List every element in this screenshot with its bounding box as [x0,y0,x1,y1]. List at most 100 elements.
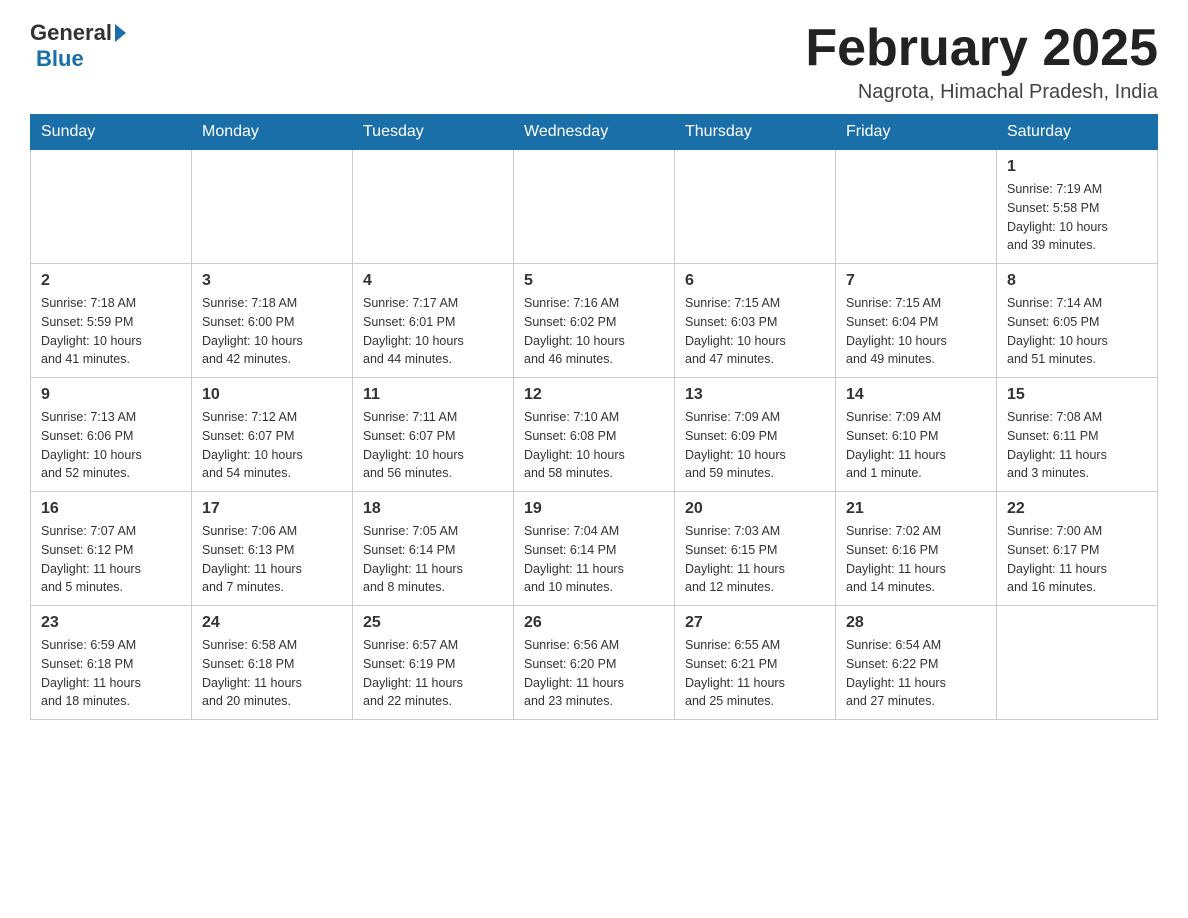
day-number: 6 [685,272,825,290]
day-number: 9 [41,386,181,404]
day-info: Sunrise: 6:55 AMSunset: 6:21 PMDaylight:… [685,636,825,711]
calendar-cell-w5-d5: 27 Sunrise: 6:55 AMSunset: 6:21 PMDayligh… [675,606,836,720]
day-info: Sunrise: 7:18 AMSunset: 6:00 PMDaylight:… [202,294,342,369]
day-number: 16 [41,500,181,518]
day-info: Sunrise: 7:14 AMSunset: 6:05 PMDaylight:… [1007,294,1147,369]
day-info: Sunrise: 7:06 AMSunset: 6:13 PMDaylight:… [202,522,342,597]
day-number: 14 [846,386,986,404]
calendar-cell-w2-d4: 5Sunrise: 7:16 AMSunset: 6:02 PMDaylight… [514,264,675,378]
day-info: Sunrise: 7:15 AMSunset: 6:03 PMDaylight:… [685,294,825,369]
calendar-header: Sunday Monday Tuesday Wednesday Thursday… [31,115,1158,150]
day-info: Sunrise: 6:58 AMSunset: 6:18 PMDaylight:… [202,636,342,711]
col-saturday: Saturday [997,115,1158,150]
day-number: 8 [1007,272,1147,290]
logo: General Blue [30,20,126,72]
day-number: 4 [363,272,503,290]
logo-general-text: General [30,20,112,46]
calendar-cell-w3-d7: 15 Sunrise: 7:08 AMSunset: 6:11 PMDayligh… [997,378,1158,492]
day-info: Sunrise: 6:54 AMSunset: 6:22 PMDaylight:… [846,636,986,711]
col-monday: Monday [192,115,353,150]
day-info: Sunrise: 7:09 AMSunset: 6:10 PMDaylight:… [846,408,986,483]
calendar-cell-w4-d4: 19 Sunrise: 7:04 AMSunset: 6:14 PMDayligh… [514,492,675,606]
day-info: Sunrise: 7:16 AMSunset: 6:02 PMDaylight:… [524,294,664,369]
day-info: Sunrise: 7:11 AMSunset: 6:07 PMDaylight:… [363,408,503,483]
calendar-table: Sunday Monday Tuesday Wednesday Thursday… [30,114,1158,720]
col-wednesday: Wednesday [514,115,675,150]
calendar-cell-w3-d4: 12 Sunrise: 7:10 AMSunset: 6:08 PMDayligh… [514,378,675,492]
calendar-cell-w3-d3: 11 Sunrise: 7:11 AMSunset: 6:07 PMDayligh… [353,378,514,492]
day-number: 26 [524,614,664,632]
calendar-cell-w1-d4 [514,150,675,264]
day-number: 10 [202,386,342,404]
calendar-cell-w2-d3: 4Sunrise: 7:17 AMSunset: 6:01 PMDaylight… [353,264,514,378]
day-info: Sunrise: 7:07 AMSunset: 6:12 PMDaylight:… [41,522,181,597]
calendar-cell-w5-d7 [997,606,1158,720]
calendar-cell-w3-d6: 14 Sunrise: 7:09 AMSunset: 6:10 PMDayligh… [836,378,997,492]
calendar-cell-w4-d2: 17 Sunrise: 7:06 AMSunset: 6:13 PMDayligh… [192,492,353,606]
calendar-cell-w5-d4: 26 Sunrise: 6:56 AMSunset: 6:20 PMDayligh… [514,606,675,720]
day-number: 7 [846,272,986,290]
col-sunday: Sunday [31,115,192,150]
day-number: 12 [524,386,664,404]
col-friday: Friday [836,115,997,150]
day-info: Sunrise: 7:19 AMSunset: 5:58 PMDaylight:… [1007,180,1147,255]
calendar-cell-w3-d5: 13 Sunrise: 7:09 AMSunset: 6:09 PMDayligh… [675,378,836,492]
day-number: 3 [202,272,342,290]
location-subtitle: Nagrota, Himachal Pradesh, India [805,81,1158,104]
calendar-cell-w1-d7: 1Sunrise: 7:19 AMSunset: 5:58 PMDaylight… [997,150,1158,264]
day-number: 18 [363,500,503,518]
day-info: Sunrise: 6:57 AMSunset: 6:19 PMDaylight:… [363,636,503,711]
calendar-cell-w4-d7: 22 Sunrise: 7:00 AMSunset: 6:17 PMDayligh… [997,492,1158,606]
day-number: 21 [846,500,986,518]
calendar-cell-w5-d1: 23 Sunrise: 6:59 AMSunset: 6:18 PMDayligh… [31,606,192,720]
day-info: Sunrise: 7:08 AMSunset: 6:11 PMDaylight:… [1007,408,1147,483]
calendar-week-4: 16 Sunrise: 7:07 AMSunset: 6:12 PMDayligh… [31,492,1158,606]
day-number: 19 [524,500,664,518]
day-info: Sunrise: 7:04 AMSunset: 6:14 PMDaylight:… [524,522,664,597]
day-number: 13 [685,386,825,404]
calendar-cell-w3-d2: 10Sunrise: 7:12 AMSunset: 6:07 PMDayligh… [192,378,353,492]
day-info: Sunrise: 7:09 AMSunset: 6:09 PMDaylight:… [685,408,825,483]
day-info: Sunrise: 7:10 AMSunset: 6:08 PMDaylight:… [524,408,664,483]
calendar-week-3: 9 Sunrise: 7:13 AMSunset: 6:06 PMDaylight… [31,378,1158,492]
calendar-cell-w4-d6: 21 Sunrise: 7:02 AMSunset: 6:16 PMDayligh… [836,492,997,606]
day-number: 24 [202,614,342,632]
day-number: 22 [1007,500,1147,518]
col-tuesday: Tuesday [353,115,514,150]
day-number: 2 [41,272,181,290]
calendar-cell-w4-d1: 16 Sunrise: 7:07 AMSunset: 6:12 PMDayligh… [31,492,192,606]
col-thursday: Thursday [675,115,836,150]
title-section: February 2025 Nagrota, Himachal Pradesh,… [805,20,1158,104]
calendar-cell-w5-d2: 24 Sunrise: 6:58 AMSunset: 6:18 PMDayligh… [192,606,353,720]
day-number: 20 [685,500,825,518]
day-number: 11 [363,386,503,404]
month-title: February 2025 [805,20,1158,77]
calendar-body: 1Sunrise: 7:19 AMSunset: 5:58 PMDaylight… [31,150,1158,720]
day-info: Sunrise: 7:15 AMSunset: 6:04 PMDaylight:… [846,294,986,369]
calendar-cell-w5-d6: 28 Sunrise: 6:54 AMSunset: 6:22 PMDayligh… [836,606,997,720]
day-info: Sunrise: 6:56 AMSunset: 6:20 PMDaylight:… [524,636,664,711]
calendar-cell-w2-d1: 2Sunrise: 7:18 AMSunset: 5:59 PMDaylight… [31,264,192,378]
calendar-cell-w4-d3: 18Sunrise: 7:05 AMSunset: 6:14 PMDayligh… [353,492,514,606]
calendar-cell-w1-d6 [836,150,997,264]
calendar-cell-w2-d2: 3 Sunrise: 7:18 AMSunset: 6:00 PMDaylight… [192,264,353,378]
calendar-cell-w1-d1 [31,150,192,264]
calendar-cell-w3-d1: 9 Sunrise: 7:13 AMSunset: 6:06 PMDaylight… [31,378,192,492]
calendar-week-5: 23 Sunrise: 6:59 AMSunset: 6:18 PMDayligh… [31,606,1158,720]
day-number: 27 [685,614,825,632]
calendar-cell-w1-d2 [192,150,353,264]
day-number: 28 [846,614,986,632]
calendar-cell-w1-d3 [353,150,514,264]
day-number: 17 [202,500,342,518]
day-info: Sunrise: 6:59 AMSunset: 6:18 PMDaylight:… [41,636,181,711]
day-info: Sunrise: 7:00 AMSunset: 6:17 PMDaylight:… [1007,522,1147,597]
calendar-cell-w2-d6: 7 Sunrise: 7:15 AMSunset: 6:04 PMDaylight… [836,264,997,378]
logo-blue-text: Blue [36,46,84,72]
calendar-week-1: 1Sunrise: 7:19 AMSunset: 5:58 PMDaylight… [31,150,1158,264]
day-info: Sunrise: 7:02 AMSunset: 6:16 PMDaylight:… [846,522,986,597]
calendar-cell-w5-d3: 25 Sunrise: 6:57 AMSunset: 6:19 PMDayligh… [353,606,514,720]
day-number: 15 [1007,386,1147,404]
day-info: Sunrise: 7:13 AMSunset: 6:06 PMDaylight:… [41,408,181,483]
day-number: 23 [41,614,181,632]
day-number: 25 [363,614,503,632]
